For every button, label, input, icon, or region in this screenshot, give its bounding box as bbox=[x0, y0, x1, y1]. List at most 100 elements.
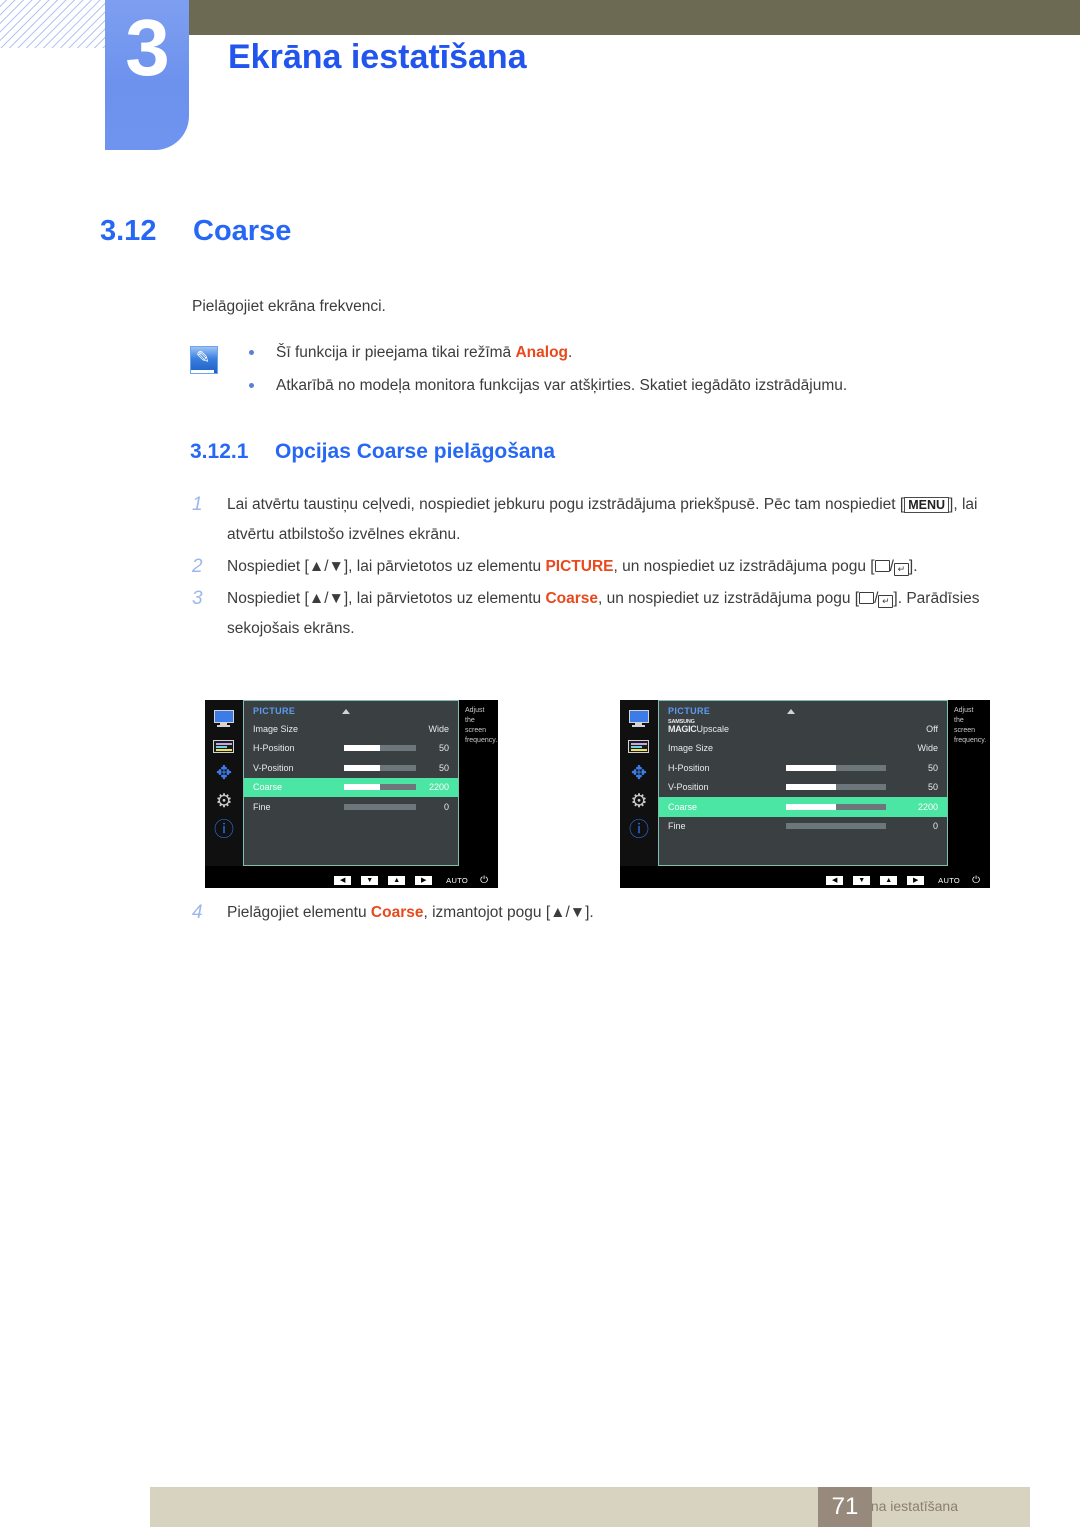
osd-row-label: Image Size bbox=[253, 723, 299, 734]
osd-slider[interactable] bbox=[786, 803, 886, 810]
osd-screenshot-right: ✥ ⚙ ⓘ PICTURE SAMSUNG MAGICUpscale Off Im… bbox=[620, 700, 990, 888]
chapter-number-block: 3 bbox=[105, 0, 189, 150]
osd-row-v-position[interactable]: V-Position 50 bbox=[244, 758, 458, 778]
osd-slider[interactable] bbox=[786, 784, 886, 791]
step-text-1: Nospiediet [▲/▼], lai pārvietotos uz ele… bbox=[227, 558, 546, 575]
page-number: 71 bbox=[818, 1487, 872, 1527]
note-item-pre: Atkarībā no modeļa monitora funkcijas va… bbox=[276, 377, 848, 394]
osd-button-up[interactable]: ▲ bbox=[880, 875, 898, 885]
osd-button-up[interactable]: ▲ bbox=[388, 875, 406, 885]
step-item: 1 Lai atvērtu taustiņu ceļvedi, nospiedi… bbox=[192, 490, 1002, 550]
osd-slider[interactable] bbox=[344, 764, 416, 771]
osd-button-bar: ◀ ▼ ▲ ▶ AUTO ⏻ bbox=[620, 872, 990, 888]
step-item: 3 Nospiediet [▲/▼], lai pārvietotos uz e… bbox=[192, 584, 1002, 644]
step-highlight: Coarse bbox=[545, 590, 599, 607]
info-icon: ⓘ bbox=[629, 819, 649, 841]
chapter-title: Ekrāna iestatīšana bbox=[228, 38, 527, 76]
step-text-1: Nospiediet [▲/▼], lai pārvietotos uz ele… bbox=[227, 590, 546, 607]
osd-sidebar: ✥ ⚙ ⓘ bbox=[620, 700, 658, 866]
osd-button-right[interactable]: ▶ bbox=[907, 875, 925, 885]
section-title: Coarse bbox=[193, 215, 292, 247]
source-key-icon bbox=[859, 592, 875, 604]
step-item: 4 Pielāgojiet elementu Coarse, izmantojo… bbox=[192, 898, 1002, 928]
step-text-2: , izmantojot pogu [▲/▼]. bbox=[423, 904, 594, 921]
osd-slider[interactable] bbox=[344, 803, 416, 810]
osd-row-label: Coarse bbox=[253, 782, 283, 793]
osd-row-label: H-Position bbox=[253, 743, 295, 754]
menu-key-label: MENU bbox=[904, 497, 950, 513]
section-heading: 3.12 Coarse bbox=[100, 215, 291, 248]
osd-row-label: Fine bbox=[668, 821, 686, 832]
chapter-number: 3 bbox=[125, 3, 170, 92]
info-icon: ⓘ bbox=[214, 819, 234, 841]
osd-slider[interactable] bbox=[344, 784, 416, 791]
monitor-icon bbox=[212, 708, 236, 730]
osd-row-label: Fine bbox=[253, 801, 271, 812]
osd-slider[interactable] bbox=[344, 745, 416, 752]
osd-sidebar: ✥ ⚙ ⓘ bbox=[205, 700, 243, 866]
osd-row-value: 0 bbox=[932, 821, 938, 832]
osd-row-value: 2200 bbox=[428, 782, 449, 793]
osd-row-image-size[interactable]: Image Size Wide bbox=[244, 719, 458, 739]
osd-button-bar: ◀ ▼ ▲ ▶ AUTO ⏻ bbox=[205, 872, 498, 888]
osd-menu-panel: PICTURE Image Size Wide H-Position 50 V-… bbox=[243, 700, 459, 866]
osd-button-left[interactable]: ◀ bbox=[334, 875, 352, 885]
osd-auto-label[interactable]: AUTO bbox=[446, 876, 468, 885]
osd-row-value: 0 bbox=[443, 801, 449, 812]
list-icon bbox=[627, 736, 651, 758]
osd-row-label: Image Size bbox=[668, 743, 714, 754]
osd-row-fine[interactable]: Fine 0 bbox=[244, 797, 458, 817]
note-item: Šī funkcija ir pieejama tikai režīmā Ana… bbox=[248, 342, 1008, 363]
osd-row-label: SAMSUNG MAGICUpscale bbox=[668, 719, 729, 734]
osd-row-label: V-Position bbox=[668, 782, 709, 793]
osd-menu-panel: PICTURE SAMSUNG MAGICUpscale Off Image Si… bbox=[658, 700, 948, 866]
subsection-title: Opcijas Coarse pielāgošana bbox=[275, 440, 556, 463]
steps-list-continued: 4 Pielāgojiet elementu Coarse, izmantojo… bbox=[192, 898, 1002, 930]
footer-bar: 3 Ekrāna iestatīšana bbox=[150, 1487, 1030, 1527]
osd-button-down[interactable]: ▼ bbox=[361, 875, 379, 885]
scroll-up-icon bbox=[787, 709, 795, 714]
osd-button-left[interactable]: ◀ bbox=[826, 875, 844, 885]
osd-row-value: 50 bbox=[927, 762, 938, 773]
monitor-icon bbox=[627, 708, 651, 730]
steps-list: 1 Lai atvērtu taustiņu ceļvedi, nospiedi… bbox=[192, 490, 1002, 646]
samsung-wordmark: SAMSUNG bbox=[668, 718, 695, 725]
note-item-highlight: Analog bbox=[515, 344, 569, 361]
osd-row-value: 50 bbox=[927, 782, 938, 793]
note-pencil-icon: ✎ bbox=[188, 345, 218, 375]
osd-button-down[interactable]: ▼ bbox=[853, 875, 871, 885]
osd-row-value: 50 bbox=[438, 743, 449, 754]
osd-row-fine[interactable]: Fine 0 bbox=[659, 817, 947, 837]
power-icon[interactable]: ⏻ bbox=[480, 875, 488, 886]
osd-auto-label[interactable]: AUTO bbox=[938, 876, 960, 885]
osd-row-value: 50 bbox=[438, 762, 449, 773]
step-number: 4 bbox=[192, 902, 203, 923]
osd-button-right[interactable]: ▶ bbox=[415, 875, 433, 885]
osd-row-h-position[interactable]: H-Position 50 bbox=[659, 758, 947, 778]
note-item-pre: Šī funkcija ir pieejama tikai režīmā bbox=[276, 344, 516, 361]
osd-row-magic-upscale[interactable]: SAMSUNG MAGICUpscale Off bbox=[659, 719, 947, 739]
step-number: 2 bbox=[192, 556, 203, 577]
step-text-2: , un nospiediet uz izstrādājuma pogu [ bbox=[598, 590, 860, 607]
osd-slider[interactable] bbox=[786, 764, 886, 771]
power-icon[interactable]: ⏻ bbox=[972, 875, 980, 886]
step-number: 3 bbox=[192, 588, 203, 609]
step-item: 2 Nospiediet [▲/▼], lai pārvietotos uz e… bbox=[192, 552, 1002, 582]
osd-row-value: Wide bbox=[917, 743, 938, 754]
osd-slider[interactable] bbox=[786, 823, 886, 830]
osd-row-v-position[interactable]: V-Position 50 bbox=[659, 778, 947, 798]
osd-row-coarse[interactable]: Coarse 2200 bbox=[244, 777, 458, 797]
step-highlight: PICTURE bbox=[545, 558, 614, 575]
subsection-heading: 3.12.1 Opcijas Coarse pielāgošana bbox=[190, 440, 555, 464]
scroll-up-icon bbox=[342, 709, 350, 714]
enter-key-icon: ↵ bbox=[878, 595, 894, 608]
decorative-hatch-pattern bbox=[0, 0, 112, 48]
enter-key-icon: ↵ bbox=[893, 563, 909, 576]
gear-icon: ⚙ bbox=[630, 791, 648, 812]
osd-help-text: Adjust the screen frequency. bbox=[948, 700, 990, 866]
osd-row-coarse[interactable]: Coarse 2200 bbox=[659, 797, 947, 817]
osd-row-value: 2200 bbox=[917, 801, 938, 812]
osd-row-image-size[interactable]: Image Size Wide bbox=[659, 739, 947, 759]
osd-row-h-position[interactable]: H-Position 50 bbox=[244, 739, 458, 759]
source-key-icon bbox=[874, 560, 890, 572]
